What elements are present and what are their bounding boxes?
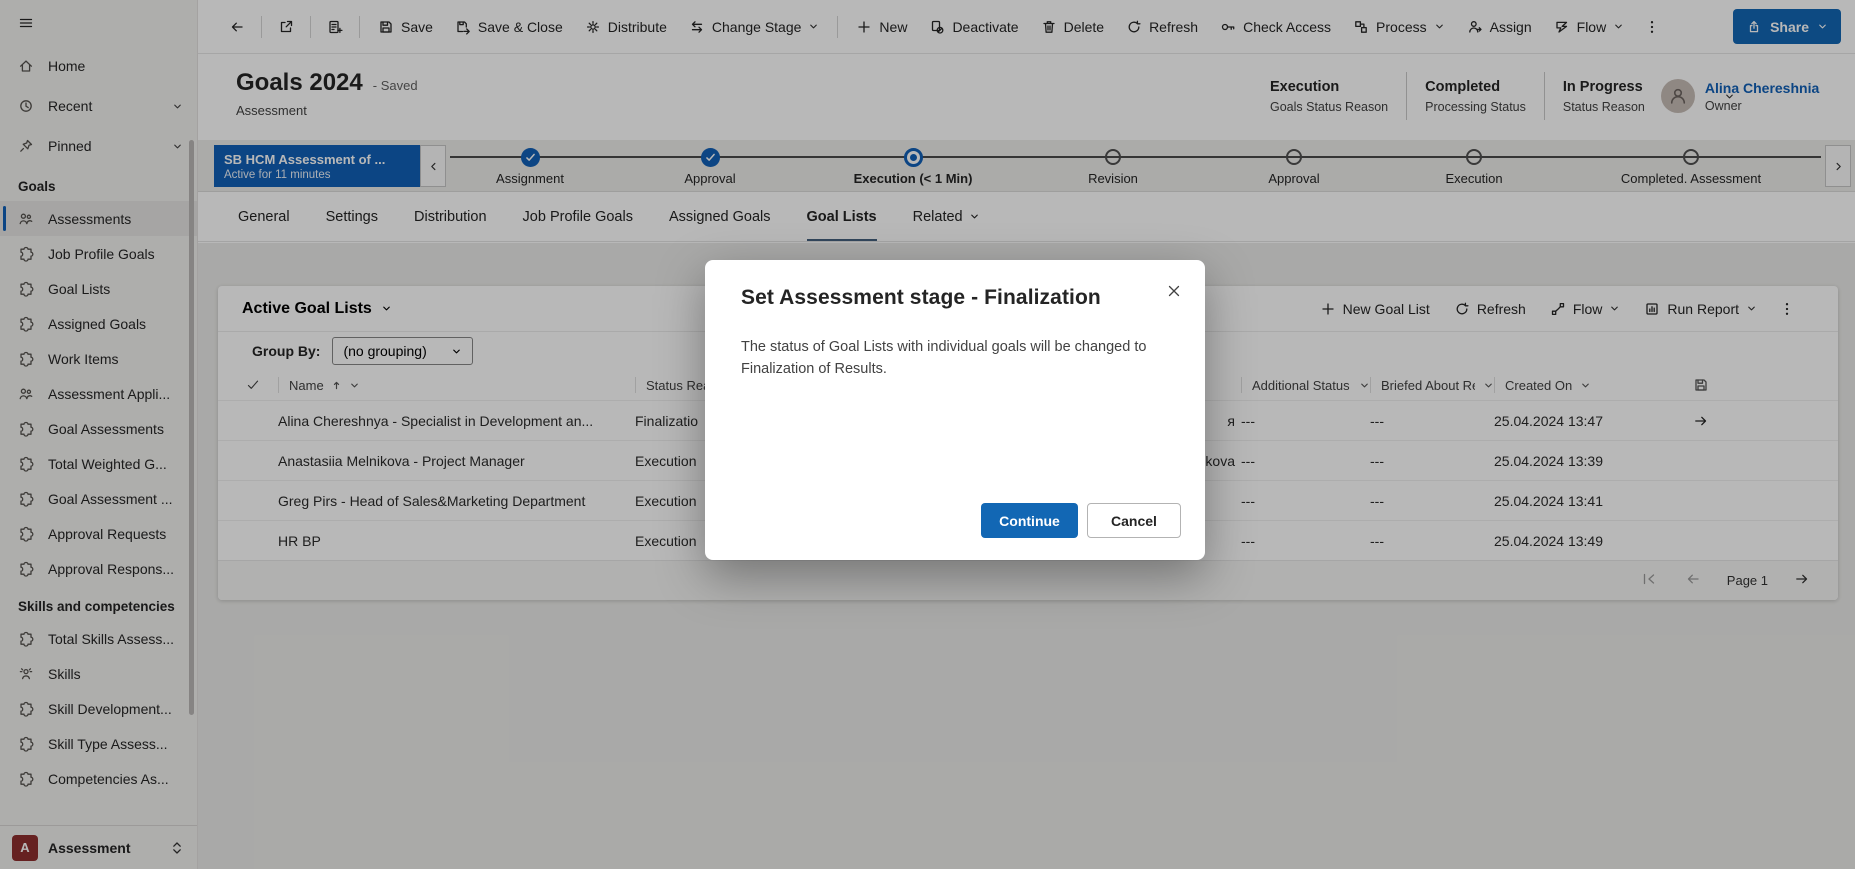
set-assessment-stage-dialog: Set Assessment stage - Finalization The …: [705, 260, 1205, 560]
dialog-title: Set Assessment stage - Finalization: [741, 286, 1169, 310]
dialog-close-button[interactable]: [1159, 276, 1189, 306]
dialog-message: The status of Goal Lists with individual…: [741, 336, 1169, 381]
close-icon: [1166, 283, 1182, 299]
continue-button[interactable]: Continue: [981, 503, 1078, 538]
cancel-button[interactable]: Cancel: [1087, 503, 1181, 538]
dialog-actions: Continue Cancel: [981, 503, 1181, 538]
